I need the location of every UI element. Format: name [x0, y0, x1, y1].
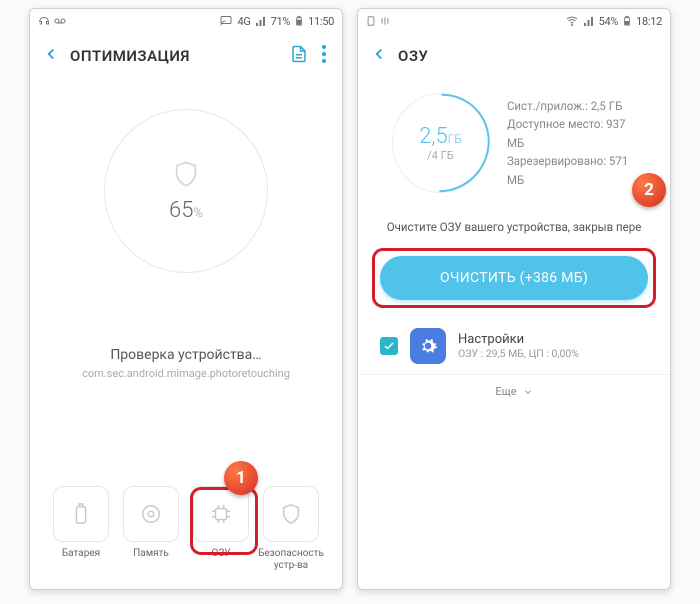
percent-unit: % — [193, 206, 203, 221]
ram-hint-text: Очистите ОЗУ вашего устройства, закрыв п… — [358, 211, 670, 238]
signal-icon — [583, 15, 595, 27]
target-icon — [140, 503, 162, 525]
step-badge-2: 2 — [632, 173, 666, 207]
ram-system-line: Сист./прилож.: 2,5 ГБ — [507, 97, 644, 115]
app-list-item[interactable]: Настройки ОЗУ : 29,5 МБ, ЦП : 0,00% — [358, 318, 670, 374]
step-badge-1: 1 — [224, 461, 258, 495]
clock: 18:12 — [636, 15, 662, 28]
header: ОПТИМИЗАЦИЯ — [30, 33, 342, 79]
shield-outline-icon — [280, 503, 302, 525]
badge-2-text: 2 — [644, 180, 654, 200]
ram-usage-circle: 2,5ГБ /4 ГБ — [392, 93, 489, 193]
shield-icon — [172, 160, 200, 188]
document-button[interactable] — [290, 45, 308, 67]
progress-percent: 65% — [169, 198, 203, 223]
nfc-icon — [380, 15, 390, 27]
bottom-card-row: Батарея Память ОЗУ Безопасность устр-ва — [30, 486, 342, 571]
document-icon — [290, 45, 308, 63]
headset-icon — [38, 15, 50, 27]
ram-used-unit: ГБ — [448, 132, 462, 146]
ram-card[interactable]: ОЗУ — [191, 486, 251, 571]
back-button[interactable] — [42, 44, 60, 68]
cast-icon — [219, 15, 233, 27]
ram-free-line: Доступное место: 937 МБ — [507, 115, 644, 152]
show-more-button[interactable]: Еще — [358, 374, 670, 408]
ram-body: 2,5ГБ /4 ГБ Сист./прилож.: 2,5 ГБ Доступ… — [358, 79, 670, 589]
percent-value: 65 — [169, 198, 193, 223]
chevron-left-icon — [42, 45, 60, 63]
battery-outline-icon — [70, 503, 92, 525]
battery-icon — [294, 14, 304, 28]
battery-icon — [622, 14, 632, 28]
ram-stats-row: 2,5ГБ /4 ГБ Сист./прилож.: 2,5 ГБ Доступ… — [358, 93, 670, 211]
sim-icon — [366, 15, 376, 27]
battery-pct: 71% — [271, 15, 291, 28]
ram-card-label: ОЗУ — [211, 548, 230, 560]
app-name: Настройки — [458, 332, 579, 347]
clean-button[interactable]: ОЧИСТИТЬ (+386 МБ) — [380, 256, 648, 300]
chevron-left-icon — [370, 45, 388, 63]
back-button[interactable] — [370, 44, 388, 68]
app-checkbox[interactable] — [380, 337, 398, 355]
settings-app-icon — [410, 328, 446, 364]
clean-button-label: ОЧИСТИТЬ (+386 МБ) — [440, 270, 588, 286]
more-label: Еще — [495, 385, 516, 398]
more-menu-button[interactable] — [318, 45, 330, 68]
progress-ring: 65% — [104, 109, 268, 273]
wifi-icon — [565, 15, 579, 27]
gear-icon — [418, 336, 438, 356]
ram-total: /4 ГБ — [427, 149, 454, 162]
scan-status: Проверка устройства… — [110, 347, 261, 363]
voicemail-icon — [54, 15, 66, 27]
security-card-label: Безопасность устр-ва — [258, 548, 324, 571]
page-title: ОПТИМИЗАЦИЯ — [70, 47, 190, 65]
page-title: ОЗУ — [398, 47, 428, 65]
status-bar: 4G 71% 11:50 — [30, 9, 342, 33]
storage-card[interactable]: Память — [121, 486, 181, 571]
storage-card-label: Память — [133, 548, 169, 560]
battery-card[interactable]: Батарея — [51, 486, 111, 571]
ram-reserved-line: Зарезервировано: 571 МБ — [507, 152, 644, 189]
ram-used: 2,5ГБ — [419, 124, 462, 149]
clean-button-container: ОЧИСТИТЬ (+386 МБ) — [372, 248, 656, 308]
app-sub: ОЗУ : 29,5 МБ, ЦП : 0,00% — [458, 347, 579, 360]
clock: 11:50 — [308, 15, 334, 28]
security-card[interactable]: Безопасность устр-ва — [261, 486, 321, 571]
network-label: 4G — [237, 15, 250, 28]
phone-ram: 54% 18:12 ОЗУ 2,5ГБ /4 ГБ Сист./прилож.:… — [357, 8, 671, 590]
chip-icon — [210, 503, 232, 525]
signal-icon — [255, 15, 267, 27]
check-icon — [383, 340, 395, 352]
battery-card-label: Батарея — [62, 548, 100, 560]
chevron-down-icon — [523, 387, 533, 397]
ram-used-value: 2,5 — [419, 124, 448, 149]
status-bar: 54% 18:12 — [358, 9, 670, 33]
ram-details: Сист./прилож.: 2,5 ГБ Доступное место: 9… — [507, 97, 644, 189]
badge-1-text: 1 — [236, 468, 246, 488]
header: ОЗУ — [358, 33, 670, 79]
scan-package: com.sec.android.mimage.photoretouching — [82, 367, 290, 380]
optimization-body: 65% Проверка устройства… com.sec.android… — [30, 79, 342, 589]
more-vert-icon — [322, 45, 326, 63]
phone-optimization: 4G 71% 11:50 ОПТИМИЗАЦИЯ 65% П — [29, 8, 343, 590]
battery-pct: 54% — [599, 15, 619, 28]
